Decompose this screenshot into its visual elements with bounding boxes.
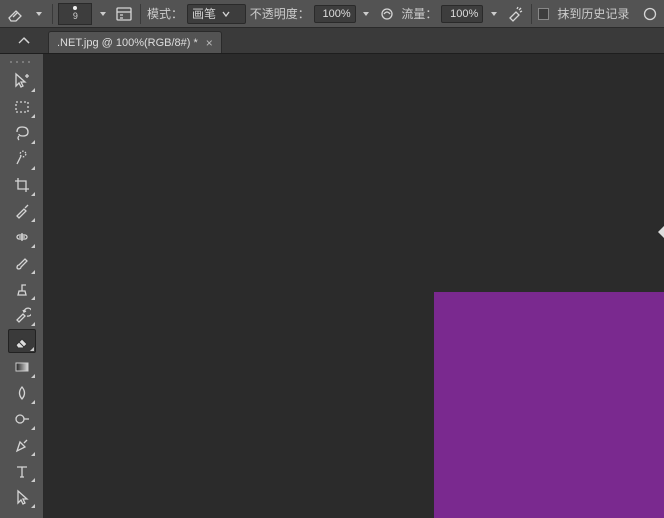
canvas-area[interactable] [44,54,664,518]
opacity-label: 不透明度： [250,5,310,22]
panel-grip[interactable] [3,58,41,66]
brush-panel-toggle[interactable] [113,4,134,24]
eraser-tool[interactable] [8,329,36,353]
brush-preset-dropdown[interactable] [96,3,109,25]
flow-value: 100% [450,8,478,20]
erase-to-history-label: 抹到历史记录 [557,5,629,22]
gradient-tool[interactable] [8,355,36,379]
erase-to-history-checkbox[interactable] [538,8,549,20]
blur-tool[interactable] [8,381,36,405]
opacity-dropdown[interactable] [360,3,373,25]
crop-tool[interactable] [8,173,36,197]
airbrush-toggle[interactable] [504,4,525,24]
rectangular-marquee-tool[interactable] [8,95,36,119]
pen-tool[interactable] [8,433,36,457]
blend-mode-select[interactable]: 画笔 [187,4,246,24]
canvas-object[interactable] [434,292,664,518]
quick-selection-tool[interactable] [8,147,36,171]
document-tab[interactable]: .NET.jpg @ 100%(RGB/8#) * × [48,31,222,53]
brush-tool[interactable] [8,251,36,275]
tool-preset-picker[interactable] [32,3,45,25]
brush-preset-picker[interactable]: 9 [58,3,92,25]
close-icon[interactable]: × [206,36,213,50]
size-pressure-toggle[interactable] [639,4,660,24]
brush-size-label: 9 [73,12,78,21]
flow-label: 流量： [401,5,437,22]
clone-stamp-tool[interactable] [8,277,36,301]
lasso-tool[interactable] [8,121,36,145]
tools-panel [0,54,44,518]
history-brush-tool[interactable] [8,303,36,327]
chevron-down-icon [220,8,232,20]
opacity-input[interactable]: 100% [314,5,356,23]
type-tool[interactable] [8,459,36,483]
tabstrip-expand-icon[interactable] [0,28,48,53]
dodge-tool[interactable] [8,407,36,431]
blend-mode-label: 模式： [147,5,183,22]
path-selection-tool[interactable] [8,485,36,509]
document-tabstrip: .NET.jpg @ 100%(RGB/8#) * × [0,28,664,54]
blend-mode-value: 画笔 [192,5,216,22]
flow-dropdown[interactable] [487,3,500,25]
options-bar: 9 模式： 画笔 不透明度： 100% 流量： 100% 抹到历史记录 [0,0,664,28]
healing-brush-tool[interactable] [8,225,36,249]
move-tool[interactable] [8,69,36,93]
eraser-icon [4,3,28,25]
opacity-value: 100% [323,8,351,20]
opacity-pressure-toggle[interactable] [377,4,398,24]
eyedropper-tool[interactable] [8,199,36,223]
document-tab-title: .NET.jpg @ 100%(RGB/8#) * [57,37,198,49]
flow-input[interactable]: 100% [441,5,483,23]
scroll-indicator-icon [658,226,664,238]
